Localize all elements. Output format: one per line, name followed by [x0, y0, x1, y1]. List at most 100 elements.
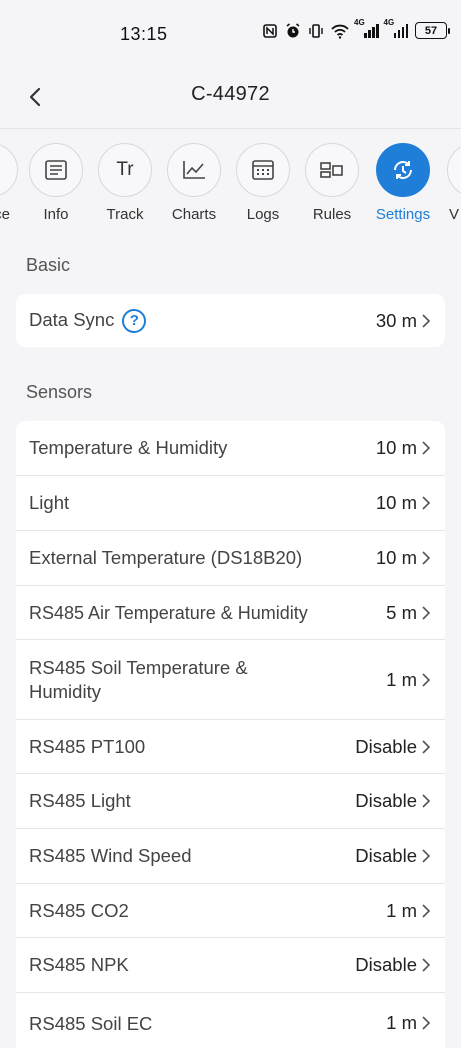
sensor-row[interactable]: RS485 Air Temperature & Humidity 5 m	[16, 586, 445, 640]
sensor-label: RS485 Soil EC	[29, 1013, 153, 1034]
tab-partial-right[interactable]: V	[441, 143, 461, 223]
rules-icon	[320, 162, 343, 178]
nfc-icon	[263, 23, 277, 38]
chevron-right-icon	[422, 441, 431, 455]
data-sync-row[interactable]: Data Sync? 30 m	[16, 294, 445, 347]
tab-label: Rules	[312, 206, 352, 223]
sensor-value: 5 m	[386, 601, 417, 623]
wifi-icon	[331, 24, 349, 39]
battery-icon: 57	[415, 22, 450, 39]
network-type-2: 4G	[383, 17, 395, 27]
tab-label: Charts	[171, 206, 217, 223]
tab-partial-left[interactable]: ce	[0, 143, 24, 223]
sensor-row[interactable]: RS485 CO2 1 m	[16, 884, 445, 938]
chevron-right-icon	[422, 794, 431, 808]
sensor-row[interactable]: RS485 NPK Disable	[16, 938, 445, 993]
status-bar: 13:15 4G 4G 57	[0, 0, 461, 66]
sensor-row[interactable]: RS485 Wind Speed Disable	[16, 829, 445, 884]
chevron-right-icon	[422, 313, 431, 328]
sensor-value: 10 m	[375, 547, 417, 568]
document-icon	[45, 160, 67, 180]
cell-signal-2-icon: 4G	[384, 18, 408, 38]
sensor-label: External Temperature (DS18B20)	[29, 547, 303, 568]
row-value-wrap: 10 m	[376, 492, 433, 514]
data-sync-label: Data Sync	[29, 308, 115, 330]
section-title-basic: Basic	[26, 255, 71, 275]
sensor-row[interactable]: RS485 Soil EC 1 m	[16, 993, 445, 1048]
tab-label: Settings	[375, 206, 431, 223]
partial-icon	[447, 143, 461, 197]
sensor-value: 1 m	[386, 668, 417, 690]
status-icons: 4G 4G 57	[262, 18, 450, 39]
tab-label: Logs	[246, 206, 280, 223]
help-icon[interactable]: ?	[122, 309, 147, 334]
tab-label: Track	[106, 206, 144, 223]
chevron-right-icon	[422, 1016, 431, 1030]
row-value-wrap: 10 m	[376, 437, 433, 459]
sensor-value: 10 m	[375, 492, 417, 513]
partial-icon	[0, 143, 18, 197]
sensor-label: Temperature & Humidity	[29, 437, 228, 458]
calendar-icon	[252, 160, 274, 180]
track-glyph: Tr	[116, 159, 134, 180]
tab-info[interactable]: Info	[23, 143, 89, 223]
row-value-wrap: 1 m	[386, 1012, 433, 1034]
sensor-value: 1 m	[386, 1012, 417, 1033]
sensor-label: Light	[29, 492, 70, 513]
row-value-wrap: 5 m	[386, 602, 433, 624]
row-value-wrap: Disable	[355, 736, 433, 758]
tab-charts[interactable]: Charts	[161, 143, 227, 223]
row-value-wrap: Disable	[355, 790, 433, 812]
tab-label: ce	[0, 206, 10, 223]
track-icon: Tr	[98, 143, 152, 197]
sensor-value: 1 m	[386, 899, 417, 921]
tab-settings[interactable]: Settings	[370, 143, 436, 223]
chevron-right-icon	[422, 496, 431, 510]
tab-track[interactable]: Tr Track	[92, 143, 158, 223]
sensor-row[interactable]: Temperature & Humidity 10 m	[16, 421, 445, 476]
network-type-1: 4G	[354, 17, 365, 27]
row-value-wrap: 10 m	[376, 547, 433, 569]
sensor-label: RS485 Wind Speed	[29, 845, 192, 866]
section-title-sensors: Sensors	[26, 382, 93, 402]
chevron-right-icon	[422, 958, 431, 972]
sensor-row[interactable]: RS485 Light Disable	[16, 774, 445, 829]
sensor-value: Disable	[355, 735, 417, 757]
row-value-wrap: 1 m	[386, 669, 433, 691]
row-value-wrap: 30 m	[376, 310, 433, 332]
chevron-right-icon	[422, 551, 431, 565]
sensor-label: RS485 Light	[29, 790, 131, 811]
data-sync-label-wrap: Data Sync?	[29, 308, 147, 334]
sensor-row[interactable]: External Temperature (DS18B20) 10 m	[16, 531, 445, 586]
tab-bar: ce Info Tr Track Charts	[0, 128, 461, 236]
sensor-row[interactable]: RS485 Soil Temperature & Humidity 1 m	[16, 640, 445, 720]
chevron-right-icon	[422, 739, 431, 754]
sensor-label: RS485 PT100	[29, 735, 146, 757]
sensor-label: RS485 NPK	[29, 954, 129, 975]
sensors-card: Temperature & Humidity 10 m Light 10 m E…	[16, 421, 445, 1048]
sensor-row[interactable]: Light 10 m	[16, 476, 445, 531]
sensor-row[interactable]: RS485 PT100 Disable	[16, 720, 445, 774]
tab-rules[interactable]: Rules	[299, 143, 365, 223]
tab-label: Info	[43, 206, 69, 223]
sensor-label: RS485 Soil Temperature & Humidity	[29, 656, 248, 702]
cell-signal-1-icon: 4G	[354, 18, 379, 38]
alarm-icon	[286, 22, 300, 37]
chevron-right-icon	[422, 605, 431, 620]
sensor-value: Disable	[355, 790, 417, 811]
chevron-right-icon	[422, 849, 431, 863]
tab-logs[interactable]: Logs	[230, 143, 296, 223]
row-value-wrap: Disable	[355, 845, 433, 867]
row-value-wrap: Disable	[355, 954, 433, 976]
chevron-right-icon	[422, 672, 431, 687]
sensor-value: 10 m	[375, 437, 417, 458]
chevron-right-icon	[422, 903, 431, 918]
data-sync-value: 30 m	[375, 309, 417, 331]
line-chart-icon	[183, 161, 205, 179]
sensor-value: Disable	[355, 845, 417, 866]
status-time: 13:15	[120, 24, 168, 44]
tab-label: V	[449, 206, 460, 223]
sensor-label: RS485 Air Temperature & Humidity	[29, 602, 308, 623]
sensor-label: RS485 CO2	[29, 899, 129, 921]
sensor-value: Disable	[355, 954, 417, 975]
